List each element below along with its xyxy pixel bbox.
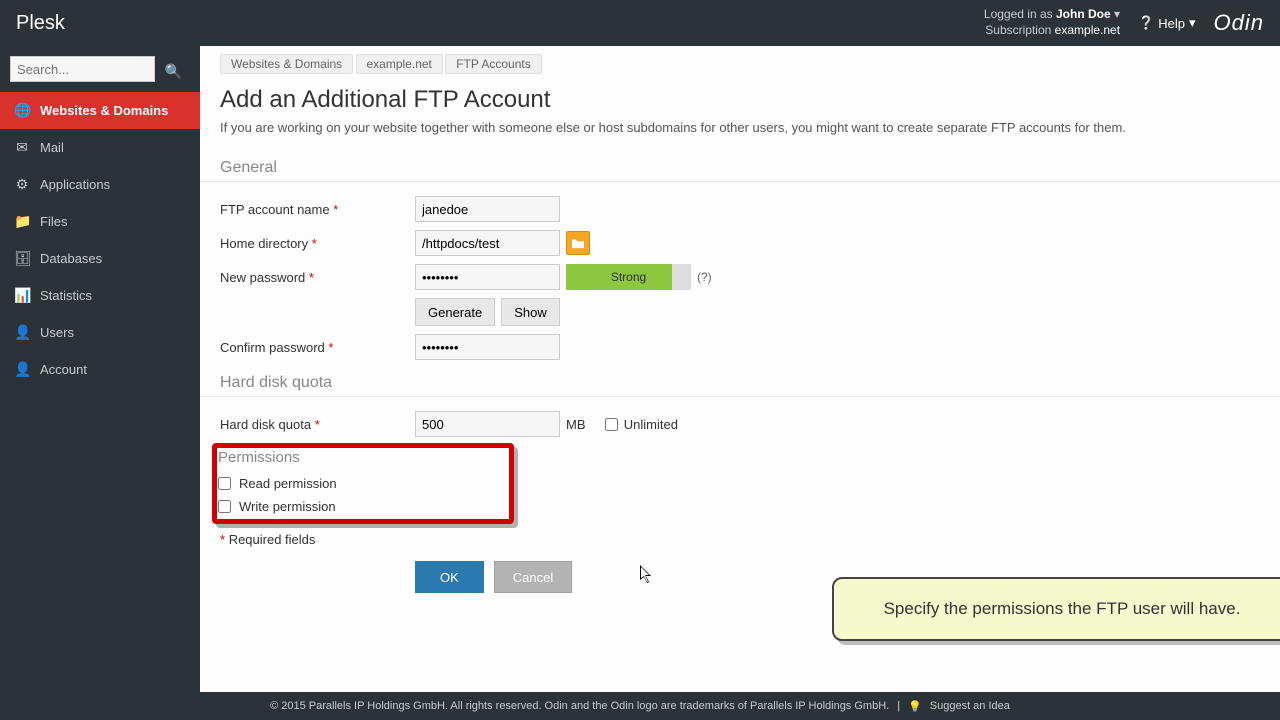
sidebar-item-mail[interactable]: ✉ Mail	[0, 129, 200, 166]
account-icon: 👤	[14, 361, 30, 378]
sidebar-item-statistics[interactable]: 📊 Statistics	[0, 277, 200, 314]
suggest-idea-link[interactable]: Suggest an Idea	[930, 700, 1010, 712]
breadcrumb: Websites & Domains example.net FTP Accou…	[200, 46, 1280, 82]
folder-icon	[571, 237, 585, 249]
user-icon: 👤	[14, 324, 30, 341]
ok-button[interactable]: OK	[415, 561, 484, 593]
required-marker: *	[315, 417, 320, 432]
show-button[interactable]: Show	[501, 298, 560, 326]
required-note: Required fields	[229, 532, 316, 547]
section-permissions: Permissions	[218, 449, 508, 472]
topbar: Plesk Logged in as John Doe ▾ Subscripti…	[0, 0, 1280, 46]
home-directory-input[interactable]	[415, 230, 560, 256]
cancel-button[interactable]: Cancel	[494, 561, 572, 593]
breadcrumb-item[interactable]: FTP Accounts	[445, 54, 541, 74]
instruction-tooltip: Specify the permissions the FTP user wil…	[832, 577, 1280, 641]
password-strength-label: Strong	[611, 270, 646, 284]
write-permission-checkbox[interactable]	[218, 500, 231, 513]
help-icon: ❔	[1138, 15, 1154, 31]
required-marker: *	[328, 340, 333, 355]
chevron-down-icon: ▾	[1189, 15, 1196, 31]
subscription-label: Subscription	[985, 23, 1051, 37]
required-marker: *	[333, 202, 338, 217]
sidebar-item-label: Files	[40, 214, 67, 229]
sidebar-item-label: Account	[40, 362, 87, 377]
page-title: Add an Additional FTP Account	[200, 82, 1280, 120]
sidebar-item-applications[interactable]: ⚙ Applications	[0, 166, 200, 203]
quota-label: Hard disk quota	[220, 417, 311, 432]
permissions-section: Permissions Read permission Write permis…	[218, 449, 508, 518]
ftp-account-name-input[interactable]	[415, 196, 560, 222]
quota-unit: MB	[566, 417, 586, 432]
sidebar-item-label: Databases	[40, 251, 102, 266]
help-label: Help	[1158, 16, 1185, 31]
read-permission-checkbox[interactable]	[218, 477, 231, 490]
page-description: If you are working on your website toget…	[200, 120, 1280, 149]
sidebar-item-websites[interactable]: 🌐 Websites & Domains	[0, 92, 200, 129]
ftp-account-name-label: FTP account name	[220, 202, 330, 217]
logged-in-label: Logged in as	[984, 7, 1053, 21]
sidebar-item-label: Applications	[40, 177, 110, 192]
required-marker: *	[309, 270, 314, 285]
home-directory-label: Home directory	[220, 236, 308, 251]
write-permission-label: Write permission	[239, 499, 336, 514]
sidebar-item-databases[interactable]: 🗄 Databases	[0, 240, 200, 277]
subscription-value: example.net	[1055, 23, 1120, 37]
sidebar-item-label: Mail	[40, 140, 64, 155]
password-strength-bar: Strong	[566, 264, 691, 290]
search-input[interactable]	[10, 56, 155, 82]
required-marker: *	[220, 532, 225, 547]
bulb-icon: 💡	[908, 700, 922, 713]
section-general: General	[200, 155, 1280, 182]
sidebar-item-users[interactable]: 👤 Users	[0, 314, 200, 351]
odin-logo: Odin	[1214, 10, 1264, 36]
sidebar-item-files[interactable]: 📁 Files	[0, 203, 200, 240]
help-menu[interactable]: ❔ Help ▾	[1138, 15, 1195, 31]
browse-folder-button[interactable]	[566, 231, 590, 255]
globe-icon: 🌐	[14, 102, 30, 119]
footer: © 2015 Parallels IP Holdings GmbH. All r…	[0, 692, 1280, 720]
sidebar: 🔍 🌐 Websites & Domains ✉ Mail ⚙ Application…	[0, 46, 200, 720]
confirm-password-label: Confirm password	[220, 340, 325, 355]
section-quota: Hard disk quota	[200, 370, 1280, 397]
quota-input[interactable]	[415, 411, 560, 437]
applications-icon: ⚙	[14, 176, 30, 193]
confirm-password-input[interactable]	[415, 334, 560, 360]
new-password-label: New password	[220, 270, 305, 285]
username: John Doe	[1056, 7, 1111, 21]
chevron-down-icon: ▾	[1114, 7, 1120, 21]
generate-button[interactable]: Generate	[415, 298, 495, 326]
unlimited-checkbox[interactable]	[605, 418, 618, 431]
mail-icon: ✉	[14, 139, 30, 156]
new-password-input[interactable]	[415, 264, 560, 290]
sidebar-item-account[interactable]: 👤 Account	[0, 351, 200, 388]
search-icon[interactable]: 🔍	[165, 63, 182, 80]
database-icon: 🗄	[14, 250, 30, 267]
read-permission-label: Read permission	[239, 476, 337, 491]
password-strength-help[interactable]: (?)	[697, 270, 712, 284]
brand: Plesk	[16, 12, 65, 35]
sidebar-item-label: Users	[40, 325, 74, 340]
unlimited-label: Unlimited	[624, 417, 678, 432]
required-marker: *	[312, 236, 317, 251]
sidebar-item-label: Statistics	[40, 288, 92, 303]
folder-icon: 📁	[14, 213, 30, 230]
breadcrumb-item[interactable]: Websites & Domains	[220, 54, 353, 74]
auth-info[interactable]: Logged in as John Doe ▾ Subscription exa…	[984, 7, 1120, 38]
footer-copyright: © 2015 Parallels IP Holdings GmbH. All r…	[270, 700, 889, 712]
breadcrumb-item[interactable]: example.net	[356, 54, 443, 74]
chart-icon: 📊	[14, 287, 30, 304]
sidebar-item-label: Websites & Domains	[40, 103, 168, 118]
